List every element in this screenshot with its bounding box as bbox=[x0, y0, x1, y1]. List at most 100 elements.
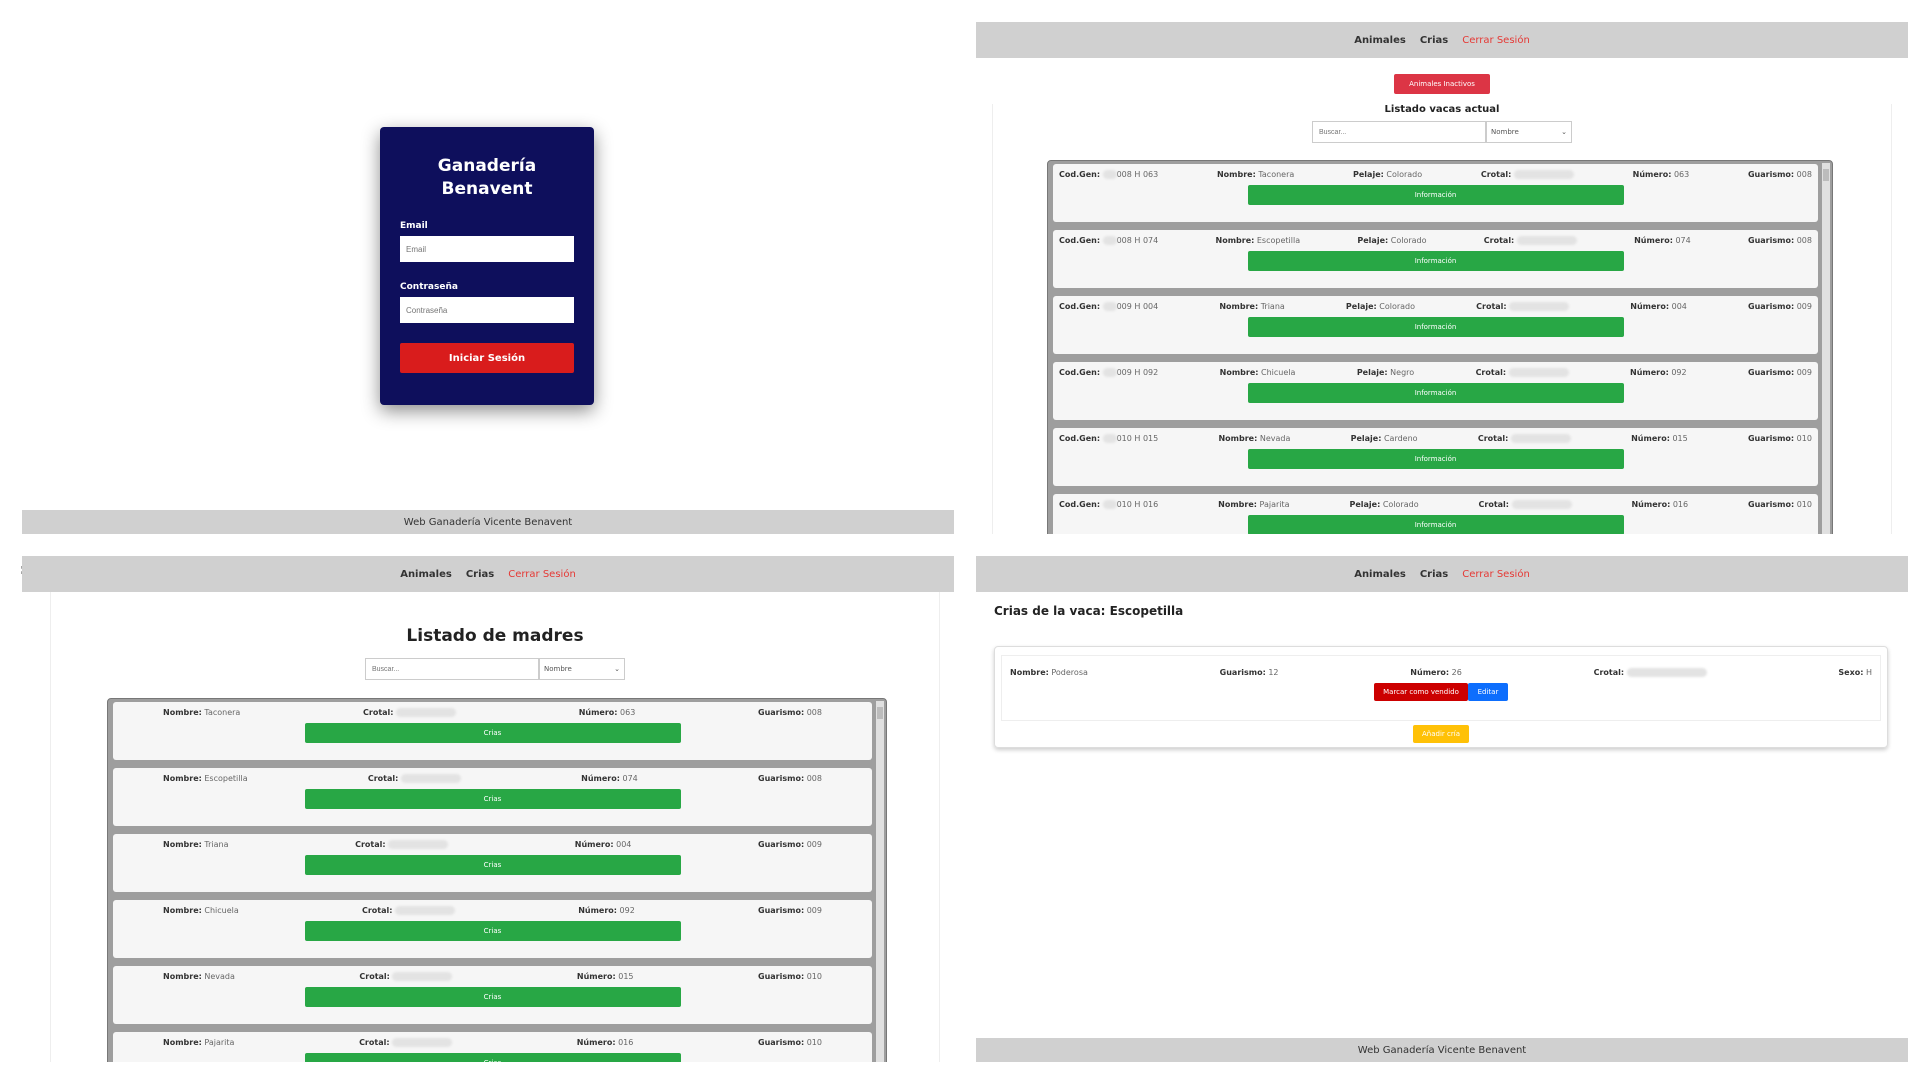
numero-label: Número: bbox=[574, 840, 614, 849]
pelaje-value: Colorado bbox=[1382, 500, 1419, 509]
pelaje-value: Colorado bbox=[1379, 302, 1416, 311]
nav-animales[interactable]: Animales bbox=[1354, 569, 1406, 580]
pelaje: Pelaje: Negro bbox=[1357, 368, 1414, 377]
codgen-value: 010 H 016 bbox=[1116, 500, 1159, 509]
sort-select[interactable]: Nombre ⌄ bbox=[539, 658, 625, 680]
redacted-value bbox=[1509, 302, 1570, 311]
numero: Número: 015 bbox=[577, 972, 634, 981]
sort-select-value: Nombre bbox=[1491, 128, 1519, 136]
nombre: Nombre: Taconera bbox=[163, 708, 240, 717]
nav-animales[interactable]: Animales bbox=[1354, 35, 1406, 46]
guarismo-label: Guarismo: bbox=[1748, 500, 1795, 509]
crotal-label: Crotal: bbox=[1483, 236, 1515, 245]
crias-button[interactable]: Crias bbox=[304, 1053, 681, 1062]
cria-numero: Número: 26 bbox=[1410, 668, 1462, 677]
numero-label: Número: bbox=[1631, 500, 1671, 509]
mark-sold-button[interactable]: Marcar como vendido bbox=[1374, 683, 1468, 701]
email-label: Email bbox=[400, 221, 428, 231]
nav-logout[interactable]: Cerrar Sesión bbox=[1462, 35, 1530, 46]
item-fields: Nombre: Chicuela Crotal: Número: 092 Guari… bbox=[119, 906, 866, 915]
info-button[interactable]: Información bbox=[1247, 185, 1624, 205]
redacted-value bbox=[1102, 500, 1117, 509]
numero: Número: 063 bbox=[579, 708, 636, 717]
password-label: Contraseña bbox=[400, 282, 458, 292]
email-field[interactable] bbox=[400, 236, 574, 262]
guarismo-value: 010 bbox=[1796, 500, 1812, 509]
crotal-label: Crotal: bbox=[1476, 302, 1507, 311]
info-button[interactable]: Información bbox=[1247, 449, 1624, 469]
crotal-label: Crotal: bbox=[1475, 368, 1507, 377]
crias-button[interactable]: Crias bbox=[304, 855, 681, 875]
item-fields: Cod.Gen: 010 H 016 Nombre: Pajarita Pelaje… bbox=[1059, 500, 1812, 509]
info-button[interactable]: Información bbox=[1247, 317, 1624, 337]
codgen-value: 010 H 015 bbox=[1116, 434, 1159, 443]
crotal-label: Crotal: bbox=[363, 708, 394, 717]
nombre-value: Chicuela bbox=[204, 906, 239, 915]
search-input[interactable] bbox=[1312, 121, 1486, 143]
sort-select[interactable]: Nombre ⌄ bbox=[1486, 121, 1572, 143]
crias-button[interactable]: Crias bbox=[304, 789, 681, 809]
codgen-label: Cod.Gen: bbox=[1059, 236, 1101, 245]
nav-animales[interactable]: Animales bbox=[400, 569, 452, 580]
nav-crias[interactable]: Crias bbox=[466, 569, 494, 580]
nombre-label: Nombre: bbox=[163, 972, 202, 981]
nombre-value: Escopetilla bbox=[1256, 236, 1301, 245]
nav-crias[interactable]: Crias bbox=[1420, 35, 1448, 46]
vacas-search-row: Nombre ⌄ bbox=[993, 121, 1891, 143]
scrollbar[interactable] bbox=[1822, 163, 1830, 534]
codgen: Cod.Gen: 010 H 015 bbox=[1059, 434, 1158, 443]
crotal: Crotal: bbox=[359, 972, 453, 981]
redacted-value bbox=[1102, 236, 1117, 245]
list-item: Nombre: Triana Crotal: Número: 004 Guarism… bbox=[113, 834, 872, 892]
scrollbar-thumb[interactable] bbox=[877, 707, 883, 719]
edit-button[interactable]: Editar bbox=[1468, 683, 1508, 701]
item-fields: Nombre: Triana Crotal: Número: 004 Guarism… bbox=[119, 840, 866, 849]
nombre-value: Nevada bbox=[204, 972, 235, 981]
guarismo-value: 010 bbox=[1796, 434, 1812, 443]
footer: Web Ganadería Vicente Benavent bbox=[976, 1038, 1908, 1062]
pelaje-label: Pelaje: bbox=[1350, 434, 1382, 443]
crotal-label: Crotal: bbox=[361, 906, 393, 915]
nombre-label: Nombre: bbox=[163, 1038, 202, 1047]
guarismo-value: 008 bbox=[1796, 170, 1812, 179]
numero: Número: 063 bbox=[1633, 170, 1690, 179]
crias-button[interactable]: Crias bbox=[304, 921, 681, 941]
login-button[interactable]: Iniciar Sesión bbox=[400, 343, 574, 373]
crias-button[interactable]: Crias bbox=[304, 723, 681, 743]
crotal: Crotal: bbox=[359, 1038, 453, 1047]
crias-button[interactable]: Crias bbox=[304, 987, 681, 1007]
numero-value: 092 bbox=[619, 906, 635, 915]
list-item: Cod.Gen: 008 H 063 Nombre: Taconera Pelaje… bbox=[1053, 164, 1818, 222]
cria-sexo-value: H bbox=[1865, 668, 1872, 677]
cria-numero-label: Número: bbox=[1410, 668, 1450, 677]
vacas-list-frame[interactable]: Cod.Gen: 008 H 063 Nombre: Taconera Pelaje… bbox=[1047, 160, 1833, 534]
madres-list-frame[interactable]: Nombre: Taconera Crotal: Número: 063 Guari… bbox=[107, 698, 887, 1062]
info-button[interactable]: Información bbox=[1247, 515, 1624, 534]
list-item: Nombre: Escopetilla Crotal: Número: 074 Gu… bbox=[113, 768, 872, 826]
inactive-animals-button[interactable]: Animales Inactivos bbox=[1394, 74, 1490, 94]
pelaje-label: Pelaje: bbox=[1349, 500, 1381, 509]
cria-nombre: Nombre: Poderosa bbox=[1010, 668, 1088, 677]
numero-value: 063 bbox=[620, 708, 636, 717]
guarismo-value: 008 bbox=[806, 708, 822, 717]
scrollbar-thumb[interactable] bbox=[1823, 169, 1829, 181]
codgen-value: 008 H 074 bbox=[1116, 236, 1159, 245]
scrollbar[interactable] bbox=[876, 701, 884, 1062]
cria-guarismo-label: Guarismo: bbox=[1219, 668, 1266, 677]
item-fields: Cod.Gen: 009 H 092 Nombre: Chicuela Pelaje… bbox=[1059, 368, 1812, 377]
guarismo: Guarismo: 009 bbox=[758, 906, 822, 915]
cria-crotal: Crotal: bbox=[1594, 668, 1707, 677]
pelaje-label: Pelaje: bbox=[1345, 302, 1377, 311]
nav-logout[interactable]: Cerrar Sesión bbox=[1462, 569, 1530, 580]
nav-crias[interactable]: Crias bbox=[1420, 569, 1448, 580]
nombre-value: Triana bbox=[1260, 302, 1285, 311]
nav-logout[interactable]: Cerrar Sesión bbox=[508, 569, 576, 580]
search-input[interactable] bbox=[365, 658, 539, 680]
info-button[interactable]: Información bbox=[1247, 383, 1624, 403]
add-cria-button[interactable]: Añadir cría bbox=[1413, 725, 1469, 743]
info-button[interactable]: Información bbox=[1247, 251, 1624, 271]
nombre: Nombre: Escopetilla bbox=[163, 774, 248, 783]
item-fields: Nombre: Escopetilla Crotal: Número: 074 Gu… bbox=[119, 774, 866, 783]
password-field[interactable] bbox=[400, 297, 574, 323]
login-form: Ganadería Benavent Email Contraseña Inic… bbox=[380, 127, 594, 405]
